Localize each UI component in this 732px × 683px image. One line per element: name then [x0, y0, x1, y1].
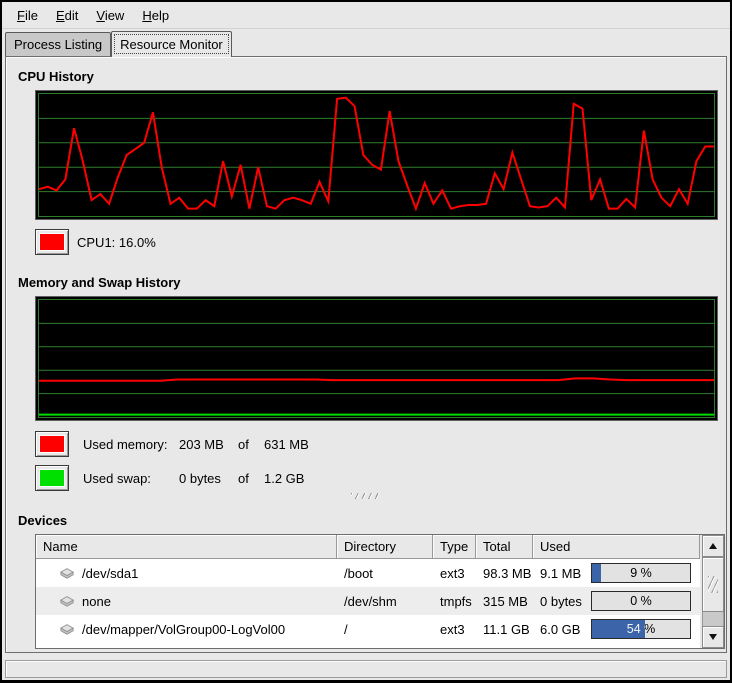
vertical-scrollbar[interactable] [702, 535, 724, 648]
arrow-down-icon [709, 634, 717, 640]
disk-icon [58, 594, 76, 608]
memory-legend-label: Used memory: [83, 437, 179, 452]
scrollbar-trough[interactable] [702, 612, 724, 626]
swap-total-value: 1.2 GB [264, 471, 304, 486]
scroll-down-button[interactable] [702, 626, 724, 648]
resource-monitor-page: CPU History CPU1: 16.0% Memory and Swap … [5, 56, 727, 653]
progress-fill: 54 % [592, 620, 645, 638]
memory-used-value: 203 MB [179, 437, 238, 452]
used-progress-bar: 54 % 54 % [591, 619, 691, 639]
progress-fill: 9 % [592, 564, 601, 582]
menu-help[interactable]: Help [133, 4, 178, 27]
cpu-color-swatch [40, 234, 64, 250]
devices-table-body: Name Directory Type Total Used /dev/sda1… [36, 535, 700, 648]
cpu-history-graph [35, 90, 718, 220]
status-bar [5, 660, 727, 678]
device-type: ext3 [433, 622, 476, 637]
notebook-tabs: Process Listing Resource Monitor [2, 29, 730, 56]
column-header-total[interactable]: Total [476, 535, 533, 559]
menu-bar: File Edit View Help [2, 2, 730, 29]
swap-color-button[interactable] [35, 465, 69, 491]
memory-of-label: of [238, 437, 264, 452]
cpu-legend-label: CPU1: 16.0% [77, 235, 156, 250]
device-used: 9.1 MB [540, 566, 591, 581]
device-type: ext3 [433, 566, 476, 581]
column-header-directory[interactable]: Directory [337, 535, 433, 559]
device-total: 315 MB [476, 594, 533, 609]
device-type: tmpfs [433, 594, 476, 609]
memory-color-swatch [40, 436, 64, 452]
device-total: 11.1 GB [476, 622, 533, 637]
device-name: /dev/sda1 [82, 566, 138, 581]
column-header-used[interactable]: Used [533, 535, 700, 559]
device-used: 0 bytes [540, 594, 591, 609]
column-header-type[interactable]: Type [433, 535, 476, 559]
swap-legend-row: Used swap: 0 bytes of 1.2 GB [35, 465, 718, 491]
cpu-history-title: CPU History [18, 69, 718, 84]
device-name: none [82, 594, 111, 609]
memory-color-button[interactable] [35, 431, 69, 457]
table-row[interactable]: /dev/sda1 /boot ext3 98.3 MB 9.1 MB 9 % … [36, 559, 700, 587]
memory-legend-row: Used memory: 203 MB of 631 MB [35, 431, 718, 457]
table-row[interactable]: none /dev/shm tmpfs 315 MB 0 bytes 0 % 0… [36, 587, 700, 615]
device-directory: /dev/shm [337, 594, 433, 609]
cpu-color-button[interactable] [35, 229, 69, 255]
menu-view[interactable]: View [87, 4, 133, 27]
cpu-legend-row: CPU1: 16.0% [35, 229, 718, 255]
memory-swap-graph [35, 296, 718, 421]
scrollbar-thumb[interactable] [702, 557, 724, 612]
devices-table-header: Name Directory Type Total Used [36, 535, 700, 559]
scroll-up-button[interactable] [702, 535, 724, 557]
system-monitor-window: File Edit View Help Process Listing Reso… [2, 2, 730, 680]
tab-process-listing[interactable]: Process Listing [5, 32, 111, 56]
memory-history-title: Memory and Swap History [18, 275, 718, 290]
swap-color-swatch [40, 470, 64, 486]
arrow-up-icon [709, 543, 717, 549]
swap-used-value: 0 bytes [179, 471, 238, 486]
menu-file[interactable]: File [8, 4, 47, 27]
tab-resource-monitor[interactable]: Resource Monitor [111, 31, 232, 57]
table-row[interactable]: /dev/mapper/VolGroup00-LogVol00 / ext3 1… [36, 615, 700, 643]
disk-icon [58, 566, 76, 580]
devices-table: Name Directory Type Total Used /dev/sda1… [35, 534, 725, 649]
grip-marks-icon [351, 493, 381, 499]
disk-icon [58, 622, 76, 636]
used-progress-bar: 9 % 9 % [591, 563, 691, 583]
device-directory: /boot [337, 566, 433, 581]
memory-total-value: 631 MB [264, 437, 309, 452]
menu-edit[interactable]: Edit [47, 4, 87, 27]
device-name: /dev/mapper/VolGroup00-LogVol00 [82, 622, 285, 637]
paned-resize-grip[interactable] [14, 493, 718, 501]
swap-of-label: of [238, 471, 264, 486]
thumb-grip-icon [708, 576, 718, 593]
device-used: 6.0 GB [540, 622, 591, 637]
device-total: 98.3 MB [476, 566, 533, 581]
devices-title: Devices [18, 513, 718, 528]
column-header-name[interactable]: Name [36, 535, 337, 559]
used-progress-bar: 0 % 0 % [591, 591, 691, 611]
device-directory: / [337, 622, 433, 637]
swap-legend-label: Used swap: [83, 471, 179, 486]
